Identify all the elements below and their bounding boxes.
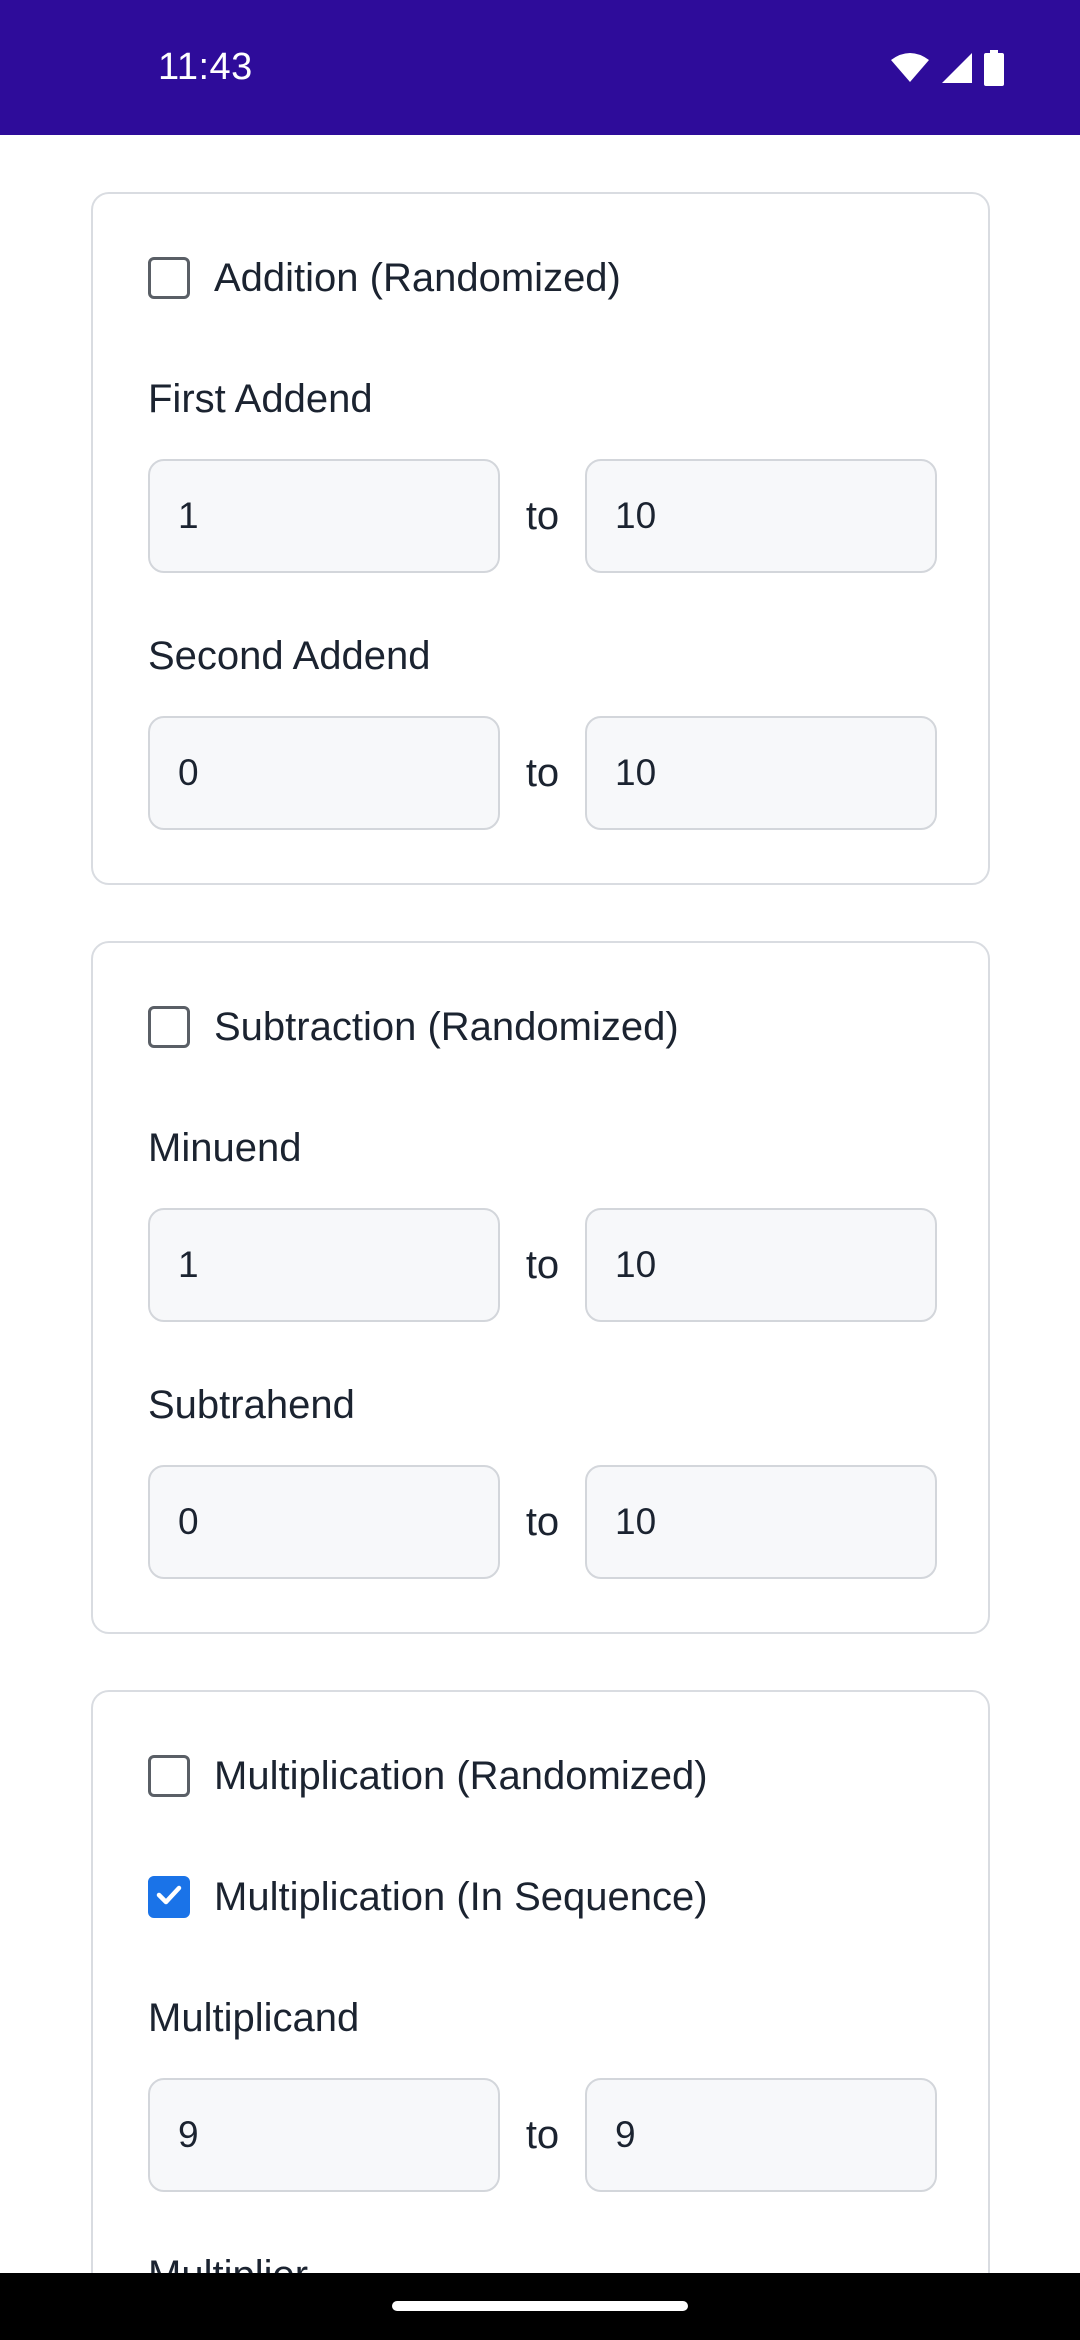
second-addend-label: Second Addend [148,634,431,678]
range-separator: to [525,494,560,538]
status-icons [890,49,1004,91]
subtraction-card: Subtraction (Randomized) Minuend 1 to 10… [91,941,990,1634]
subtraction-randomized-label: Subtraction (Randomized) [214,1005,679,1049]
multiplicand-range: 9 to 9 [148,2078,937,2192]
multiplication-randomized-checkbox[interactable] [148,1755,190,1797]
addition-card: Addition (Randomized) First Addend 1 to … [91,192,990,885]
multiplication-randomized-option[interactable]: Multiplication (Randomized) [148,1752,708,1800]
battery-icon [984,49,1004,91]
multiplication-sequence-checkbox[interactable] [148,1876,190,1918]
second-addend-range: 0 to 10 [148,716,937,830]
subtrahend-to-input[interactable]: 10 [585,1465,937,1579]
multiplication-sequence-label: Multiplication (In Sequence) [214,1875,708,1919]
navigation-bar [0,2273,1080,2340]
subtrahend-from-input[interactable]: 0 [148,1465,500,1579]
wifi-icon [890,52,930,89]
range-separator: to [525,2113,560,2157]
first-addend-range: 1 to 10 [148,459,937,573]
second-addend-from-input[interactable]: 0 [148,716,500,830]
subtrahend-label: Subtrahend [148,1383,355,1427]
range-separator: to [525,1500,560,1544]
multiplication-card: Multiplication (Randomized) Multiplicati… [91,1690,990,2273]
settings-content[interactable]: Addition (Randomized) First Addend 1 to … [0,135,1080,2273]
subtraction-randomized-option[interactable]: Subtraction (Randomized) [148,1003,679,1051]
addition-randomized-checkbox[interactable] [148,257,190,299]
addition-randomized-option[interactable]: Addition (Randomized) [148,254,621,302]
signal-icon [940,51,974,90]
status-time: 11:43 [158,46,253,88]
range-separator: to [525,1243,560,1287]
multiplication-sequence-option[interactable]: Multiplication (In Sequence) [148,1873,708,1921]
multiplicand-label: Multiplicand [148,1996,360,2040]
first-addend-from-input[interactable]: 1 [148,459,500,573]
status-bar: 11:43 [0,0,1080,135]
subtrahend-range: 0 to 10 [148,1465,937,1579]
multiplier-label: Multiplier [148,2251,308,2273]
second-addend-to-input[interactable]: 10 [585,716,937,830]
minuend-from-input[interactable]: 1 [148,1208,500,1322]
checkmark-icon [154,1880,184,1915]
subtraction-randomized-checkbox[interactable] [148,1006,190,1048]
minuend-to-input[interactable]: 10 [585,1208,937,1322]
first-addend-to-input[interactable]: 10 [585,459,937,573]
multiplication-randomized-label: Multiplication (Randomized) [214,1754,708,1798]
minuend-range: 1 to 10 [148,1208,937,1322]
multiplicand-from-input[interactable]: 9 [148,2078,500,2192]
minuend-label: Minuend [148,1126,302,1170]
first-addend-label: First Addend [148,377,373,421]
home-gesture-handle[interactable] [392,2301,688,2311]
addition-randomized-label: Addition (Randomized) [214,256,621,300]
multiplicand-to-input[interactable]: 9 [585,2078,937,2192]
range-separator: to [525,751,560,795]
